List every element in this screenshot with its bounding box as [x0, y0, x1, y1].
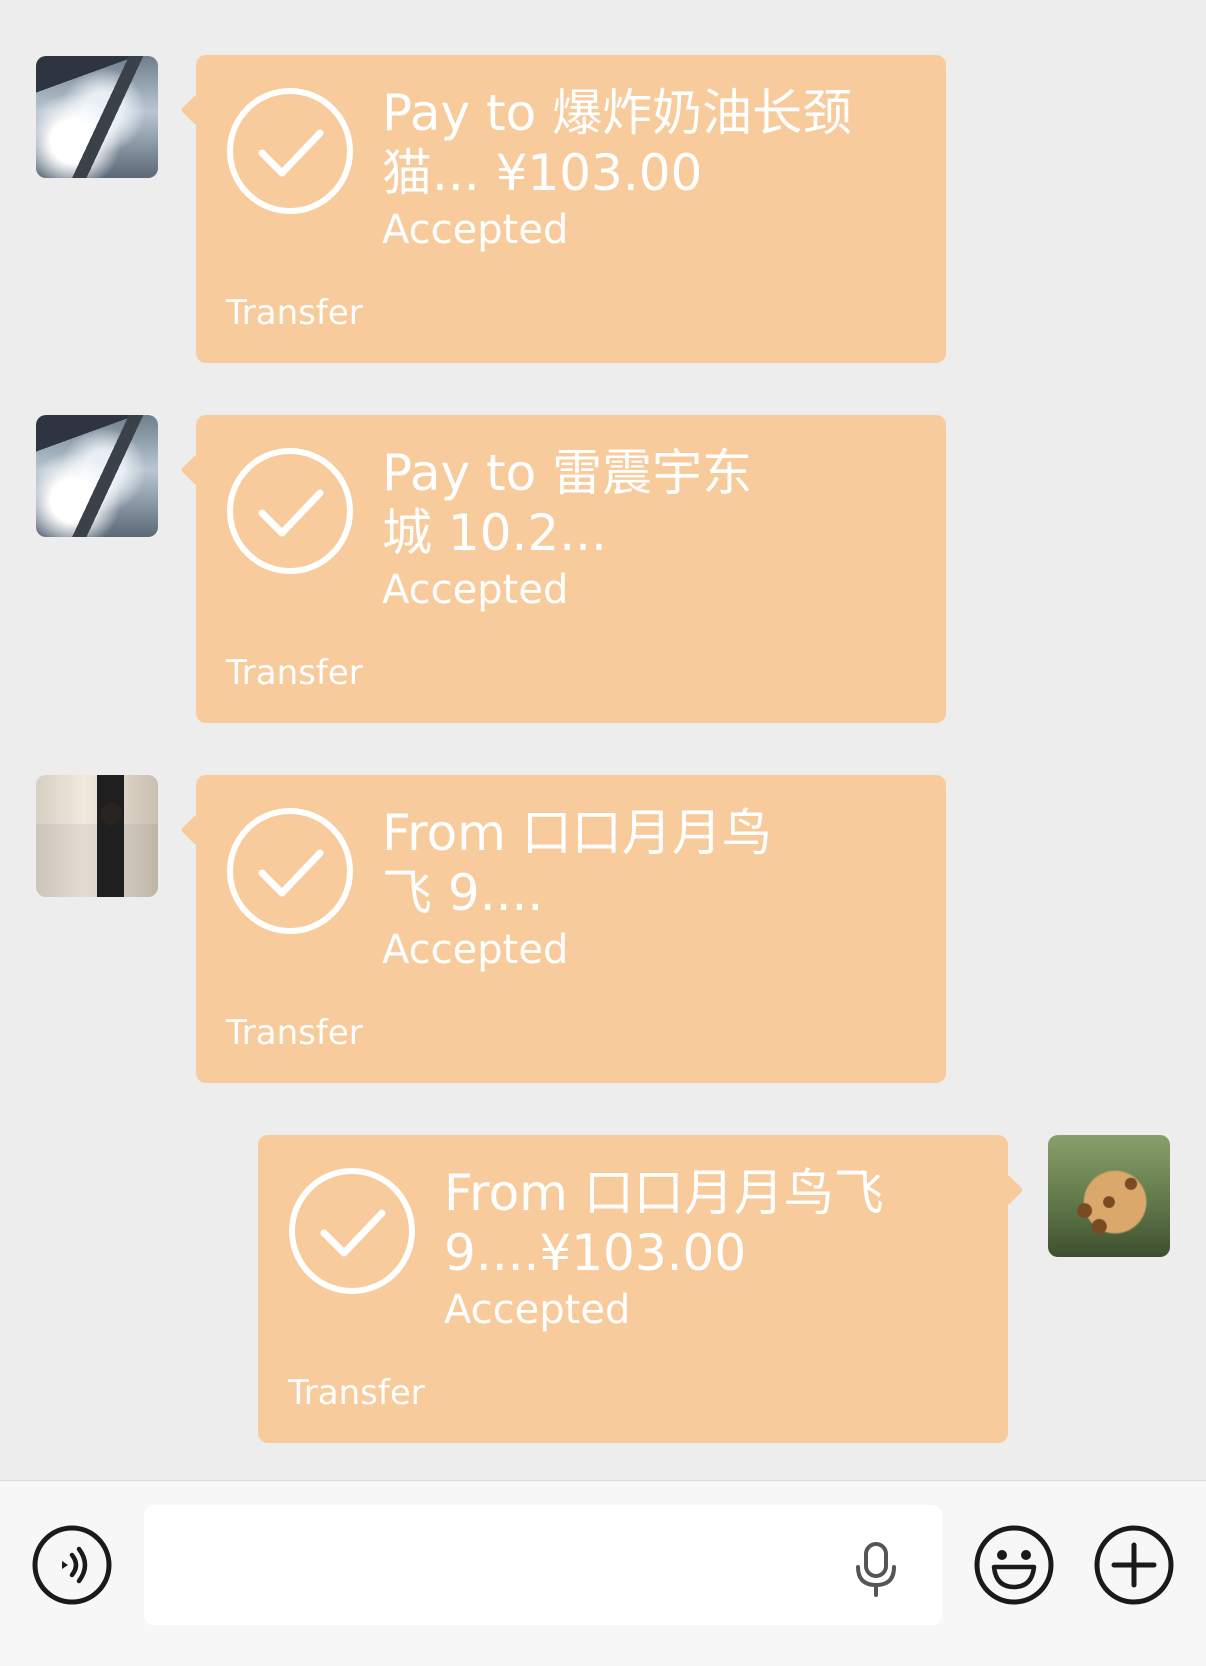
check-circle-icon — [227, 88, 353, 214]
transfer-label: Transfer — [226, 653, 363, 693]
transfer-card[interactable]: From 口口月月鸟飞 9....¥103.00 Accepted Transf… — [258, 1135, 1008, 1443]
transfer-title: From 口口月月鸟 飞 9.... — [382, 804, 772, 922]
my-avatar[interactable] — [1048, 1135, 1170, 1257]
voice-toggle-icon[interactable] — [32, 1525, 112, 1605]
plus-icon[interactable] — [1094, 1525, 1174, 1605]
transfer-status: Accepted — [382, 207, 569, 253]
transfer-label: Transfer — [288, 1373, 425, 1413]
message-input[interactable] — [164, 1505, 828, 1627]
message-input-box[interactable] — [144, 1505, 942, 1627]
sender-avatar[interactable] — [36, 56, 158, 178]
transfer-card[interactable]: Pay to 雷震宇东 城 10.2... Accepted Transfer — [196, 415, 946, 723]
emoji-icon[interactable] — [974, 1525, 1054, 1605]
transfer-label: Transfer — [226, 293, 363, 333]
check-circle-icon — [289, 1168, 415, 1294]
transfer-card[interactable]: Pay to 爆炸奶油长颈 猫... ¥103.00 Accepted Tran… — [196, 55, 946, 363]
transfer-status: Accepted — [444, 1287, 631, 1333]
transfer-card[interactable]: From 口口月月鸟 飞 9.... Accepted Transfer — [196, 775, 946, 1083]
check-circle-icon — [227, 808, 353, 934]
microphone-icon[interactable] — [852, 1541, 900, 1597]
transfer-title: Pay to 雷震宇东 城 10.2... — [382, 444, 753, 562]
transfer-status: Accepted — [382, 927, 569, 973]
chat-message-list[interactable]: Pay to 爆炸奶油长颈 猫... ¥103.00 Accepted Tran… — [0, 0, 1206, 1480]
chat-input-bar — [0, 1480, 1206, 1666]
sender-avatar[interactable] — [36, 415, 158, 537]
transfer-title: From 口口月月鸟飞 9....¥103.00 — [444, 1164, 884, 1282]
transfer-title: Pay to 爆炸奶油长颈 猫... ¥103.00 — [382, 84, 853, 202]
transfer-label: Transfer — [226, 1013, 363, 1053]
sender-avatar[interactable] — [36, 775, 158, 897]
check-circle-icon — [227, 448, 353, 574]
transfer-status: Accepted — [382, 567, 569, 613]
